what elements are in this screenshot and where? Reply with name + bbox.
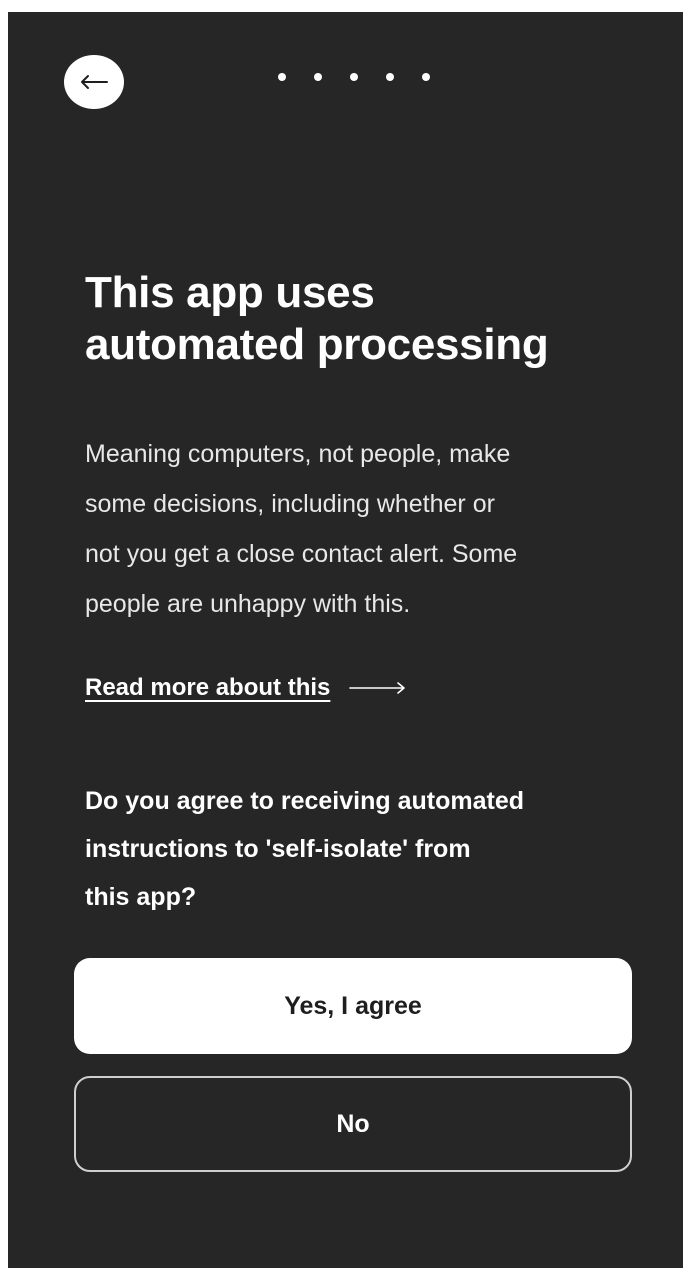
title-line: This app uses — [85, 268, 375, 317]
progress-dot — [386, 73, 394, 81]
read-more-link[interactable]: Read more about this — [85, 674, 408, 702]
description-line: Meaning computers, not people, make — [85, 440, 511, 468]
consent-screen: This app uses automated processing Meani… — [8, 12, 683, 1268]
description-line: some decisions, including whether or — [85, 490, 495, 518]
question-line: Do you agree to receiving automated — [85, 787, 524, 815]
arrow-right-icon — [349, 682, 406, 694]
question-line: this app? — [85, 883, 197, 911]
progress-dot — [314, 73, 322, 81]
consent-question: Do you agree to receiving automated inst… — [85, 777, 625, 921]
agree-button[interactable]: Yes, I agree — [74, 958, 632, 1054]
description-text: Meaning computers, not people, make some… — [85, 429, 625, 629]
progress-dot — [278, 73, 286, 81]
title-line: automated processing — [85, 320, 549, 369]
page-title: This app uses automated processing — [85, 267, 645, 371]
progress-dot — [422, 73, 430, 81]
arrow-left-icon — [81, 75, 108, 89]
description-line: people are unhappy with this. — [85, 590, 411, 618]
progress-dots — [278, 73, 430, 81]
description-line: not you get a close contact alert. Some — [85, 540, 518, 568]
read-more-label: Read more about this — [85, 674, 331, 701]
progress-dot — [350, 73, 358, 81]
back-button[interactable] — [64, 55, 124, 109]
decline-button[interactable]: No — [74, 1076, 632, 1172]
question-line: instructions to 'self-isolate' from — [85, 835, 471, 863]
